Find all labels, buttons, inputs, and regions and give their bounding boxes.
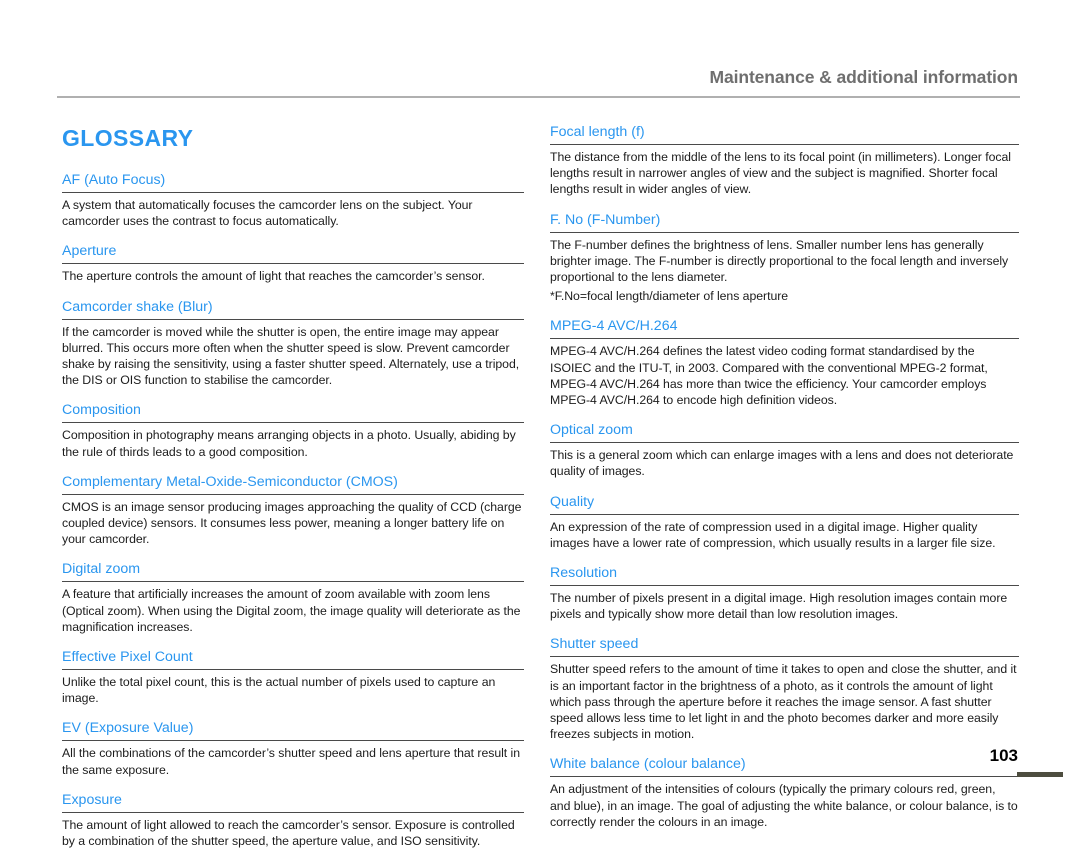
glossary-definition: The F-number defines the brightness of l… [550,237,1009,285]
glossary-term: Focal length (f) [550,124,645,140]
glossary-term: EV (Exposure Value) [62,720,194,737]
glossary-definition: The amount of light allowed to reach the… [62,817,515,849]
glossary-term: Quality [550,493,595,510]
glossary-term-divider [550,442,1019,444]
glossary-entry: Exposure The amount of light allowed to r… [62,790,524,849]
document-page: Maintenance & additional information GLO… [0,0,1080,848]
glossary-term: Exposure [62,791,122,808]
glossary-definition: An adjustment of the intensities of colo… [550,782,1018,829]
glossary-term-divider [62,669,524,671]
glossary-term: Complementary Metal-Oxide-Semiconductor … [62,473,398,490]
glossary-term: Optical zoom [550,422,633,439]
glossary-entry: Resolution The number of pixels present i… [550,563,1019,622]
page-title: GLOSSARY [62,125,194,151]
glossary-entry: Optical zoom This is a general zoom which… [550,420,1019,479]
glossary-entry: Shutter speed Shutter speed refers to the… [550,634,1019,742]
glossary-term: Shutter speed [550,636,639,653]
glossary-term: White balance (colour balance) [550,756,746,773]
glossary-term-divider [62,263,524,265]
glossary-term-divider [550,338,1019,340]
glossary-entry: Quality An expression of the rate of comp… [550,492,1019,551]
glossary-entry: Aperture The aperture controls the amount… [62,241,524,284]
glossary-definition: Composition in photography means arrangi… [62,428,516,459]
glossary-entry: MPEG-4 AVC/H.264 MPEG-4 AVC/H.264 defines… [550,316,1019,408]
glossary-definition: The number of pixels present in a digita… [550,591,1008,622]
glossary-right-column: Focal length (f) The distance from the mi… [550,122,1019,842]
header-divider [57,96,1020,98]
glossary-definition: All the combinations of the camcorder’s … [62,746,521,777]
glossary-term-divider [62,581,524,583]
glossary-entry: White balance (colour balance) An adjustm… [550,754,1019,830]
glossary-term-divider [62,811,524,813]
glossary-definition: Unlike the total pixel count, this is th… [62,675,496,706]
page-number: 103 [989,746,1018,765]
glossary-definition: This is a general zoom which can enlarge… [550,448,1014,479]
glossary-entry: Complementary Metal-Oxide-Semiconductor … [62,472,524,548]
glossary-term-divider [62,192,524,193]
glossary-left-column: AF (Auto Focus) A system that automatical… [62,170,524,861]
glossary-term-divider [550,231,1019,233]
glossary-entry: Effective Pixel Count Unlike the total pi… [62,647,524,706]
glossary-term-divider [62,740,524,742]
glossary-term-divider [62,422,524,424]
glossary-term-divider [62,493,524,495]
glossary-term-divider [550,776,1019,778]
glossary-term-divider [550,656,1019,658]
glossary-definition: An expression of the rate of compression… [550,519,996,550]
glossary-definition: The distance from the middle of the lens… [550,150,1011,197]
glossary-definition: A system that automatically focuses the … [62,198,473,229]
glossary-term: Digital zoom [62,561,141,578]
glossary-definition: The aperture controls the amount of ligh… [62,269,485,284]
glossary-definition: CMOS is an image sensor producing images… [62,499,522,547]
glossary-term: F. No (F-Number) [550,211,661,228]
glossary-term: AF (Auto Focus) [62,172,166,188]
glossary-definition: MPEG-4 AVC/H.264 defines the latest vide… [550,344,988,408]
glossary-term-divider [550,513,1019,515]
glossary-footnote: *F.No=focal length/diameter of lens aper… [550,289,789,304]
glossary-entry: Focal length (f) The distance from the mi… [550,122,1019,198]
glossary-definition: A feature that artificially increases th… [62,587,521,634]
glossary-entry: Camcorder shake (Blur) If the camcorder i… [62,297,524,389]
glossary-term: Aperture [62,243,117,260]
glossary-term-divider [62,318,524,320]
glossary-term-divider [550,144,1019,145]
glossary-definition: Shutter speed refers to the amount of ti… [550,662,1017,742]
glossary-entry: EV (Exposure Value) All the combinations … [62,718,524,777]
glossary-entry: AF (Auto Focus) A system that automatical… [62,170,524,229]
glossary-term: MPEG-4 AVC/H.264 [550,318,678,335]
glossary-entry: Composition Composition in photography me… [62,400,524,459]
glossary-term: Effective Pixel Count [62,649,193,666]
glossary-term: Composition [62,402,141,419]
glossary-definition: If the camcorder is moved while the shut… [62,324,520,388]
glossary-entry: Digital zoom A feature that artificially … [62,559,524,635]
running-header-title: Maintenance & additional information [709,67,1018,87]
glossary-term: Camcorder shake (Blur) [62,298,213,315]
running-header: Maintenance & additional information [62,66,1018,88]
glossary-term-divider [550,585,1019,587]
glossary-entry: F. No (F-Number) The F-number defines the… [550,210,1019,305]
page-number-bar [1017,772,1063,777]
glossary-term: Resolution [550,565,618,582]
